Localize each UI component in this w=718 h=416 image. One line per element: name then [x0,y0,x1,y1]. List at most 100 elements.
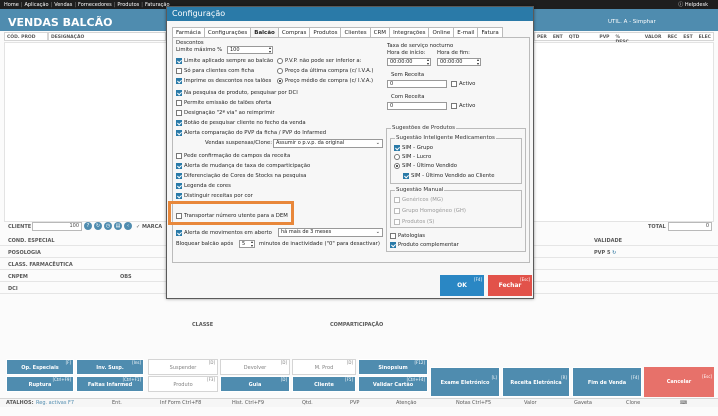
radio-sim-ultimo-vendido[interactable]: SIM - Último Vendido [394,162,457,169]
checkbox-icon [176,129,182,136]
com-receita-activo[interactable]: Activo [451,102,475,109]
highlight-box [168,201,294,225]
limite-label: Limite máximo % [176,47,223,53]
menu-home[interactable]: Home [4,2,19,8]
opt-alerta-movimentos[interactable]: Alerta de movimentos em aberto [176,229,272,236]
opt-so-clientes[interactable]: Só para clientes com ficha [176,67,254,74]
opt-limite-sempre[interactable]: Limite aplicado sempre ao balcão [176,57,273,64]
opt-grupo-homogeneo[interactable]: Grupo Homogéneo (GH) [394,207,466,214]
sem-receita-input[interactable]: 0 [387,80,447,88]
opt-imprime-descontos[interactable]: Imprime os descontos nos talões [176,77,271,84]
taxa-group: Taxa de serviço nocturno Hora de início:… [387,43,525,115]
checkbox-icon [176,172,182,179]
opt-receitas-cor[interactable]: Distinguir receitas por cor [176,192,253,199]
checkbox-icon [394,207,400,214]
menu-produtos[interactable]: Produtos [117,2,139,8]
tab-configuracoes[interactable]: Configurações [203,27,252,37]
checkbox-icon [390,241,396,248]
vendas-suspensas-label: Vendas suspensas/Clone: [205,140,273,146]
tab-integracoes[interactable]: Integrações [389,27,430,37]
tab-clientes[interactable]: Clientes [340,27,371,37]
opt-taloes-oferta[interactable]: Permite emissão de talões oferta [176,99,272,106]
com-receita-input[interactable]: 0 [387,102,447,110]
spinner-icon[interactable]: ▴ ▾ [477,58,479,66]
tab-compras[interactable]: Compras [277,27,311,37]
tab-farmacia[interactable]: Farmácia [172,27,205,37]
checkbox-icon [176,152,182,159]
radio-icon [277,67,283,74]
opt-cores-stocks[interactable]: Diferenciação de Cores de Stocks na pesq… [176,172,306,179]
opt-legenda-cores[interactable]: Legenda de cores [176,182,231,189]
checkbox-icon [176,77,182,84]
checkbox-icon [176,192,182,199]
menu-fornecedores[interactable]: Fornecedores [78,2,112,8]
spinner-icon[interactable]: ▴ ▾ [427,58,429,66]
helpdesk-link[interactable]: ⓘ Helpdesk [678,1,710,8]
tab-balcao[interactable]: Balcão [250,27,279,37]
opt-botao-pesquisar-cliente[interactable]: Botão de pesquisar cliente no fecho da v… [176,119,306,126]
opt-mudanca-taxa[interactable]: Alerta de mudança de taxa de comparticip… [176,162,310,169]
sugestao-inteligente-group: Sugestão Inteligente Medicamentos SIM - … [390,135,522,184]
checkbox-icon [394,144,400,151]
bloquear-suffix: minutos de inactividade ("0" para desact… [259,241,380,247]
sem-receita-label: Sem Receita [391,72,425,78]
opt-alerta-pvp[interactable]: Alerta comparação do PVP da ficha / PVP … [176,129,326,136]
tab-fatura[interactable]: Fatura [477,27,503,37]
checkbox-icon [451,80,457,87]
opt-genericos[interactable]: Genéricos (MG) [394,196,443,203]
tab-crm[interactable]: CRM [369,27,391,37]
radio-icon [277,77,283,84]
opt-2a-via[interactable]: Designação "2ª via" ao reimprimir [176,109,275,116]
radio-pvp-inferior[interactable]: P.V.P. não pode ser inferior a: [277,57,361,64]
checkbox-icon [390,232,396,239]
menu-aplicacao[interactable]: Aplicação [24,2,48,8]
checkbox-icon [176,229,182,236]
sugestao-manual-group: Sugestão Manual Genéricos (MG) Grupo Hom… [390,187,522,228]
radio-preco-medio[interactable]: Preço médio de compra (c/ I.V.A.) [277,77,373,84]
opt-sim-ultimo-cliente[interactable]: SIM - Último Vendido ao Cliente [403,172,494,179]
radio-sim-lucro[interactable]: SIM - Lucro [394,153,431,160]
hora-inicio-input[interactable]: 00:00:00 ▴ ▾ [387,58,431,66]
opt-produto-complementar[interactable]: Produto complementar [390,241,459,248]
spinner-icon[interactable]: ▴ ▾ [269,46,271,54]
radio-icon [394,153,400,160]
opt-pesquisar-dci[interactable]: Na pesquisa de produto, pesquisar por DC… [176,89,298,96]
sugestoes-group: Sugestões de Produtos Sugestão Inteligen… [386,125,526,252]
checkbox-icon [176,109,182,116]
alerta-movimentos-select[interactable]: há mais de 3 meses ⌄ [278,228,383,237]
opt-patologias[interactable]: Patologias [390,232,425,239]
tab-produtos[interactable]: Produtos [309,27,342,37]
chevron-down-icon: ⌄ [375,140,380,146]
checkbox-icon [176,182,182,189]
descontos-title: Descontos [176,40,204,46]
vendas-suspensas-select[interactable]: Assumir o p.v.p. da original ⌄ [273,139,383,148]
checkbox-icon [176,57,182,64]
opt-produtos-s[interactable]: Produtos (S) [394,218,434,225]
checkbox-icon [403,172,409,179]
opt-sim-grupo[interactable]: SIM - Grupo [394,144,433,151]
limite-input[interactable]: 100 ▴ ▾ [227,46,273,54]
ok-button[interactable]: OK [F4] [440,275,484,296]
checkbox-icon [176,162,182,169]
radio-icon [277,57,283,64]
chevron-down-icon: ⌄ [375,229,380,235]
sem-receita-activo[interactable]: Activo [451,80,475,87]
helpdesk-label: Helpdesk [684,2,708,8]
limite-value: 100 [230,47,240,53]
checkbox-icon [176,119,182,126]
opt-confirmacao-receita[interactable]: Pede confirmação de campos da receita [176,152,290,159]
menu-vendas[interactable]: Vendas [54,2,72,8]
tab-online[interactable]: Online [428,27,455,37]
bloquear-input[interactable]: 5 ▴ ▾ [239,240,255,248]
dialog-title: Configuração [167,7,533,21]
bloquear-label: Bloquear balcão após [176,241,234,247]
tab-email[interactable]: E-mail [453,27,479,37]
sugestoes-title: Sugestões de Produtos [391,125,456,131]
checkbox-icon [394,218,400,225]
alerta-value: há mais de 3 meses [281,229,332,235]
fechar-button[interactable]: Fechar [Esc] [488,275,532,296]
checkbox-icon [176,67,182,74]
spinner-icon[interactable]: ▴ ▾ [251,240,253,248]
radio-preco-ultima[interactable]: Preço da última compra (c/ I.V.A.) [277,67,373,74]
hora-fim-input[interactable]: 00:00:00 ▴ ▾ [437,58,481,66]
